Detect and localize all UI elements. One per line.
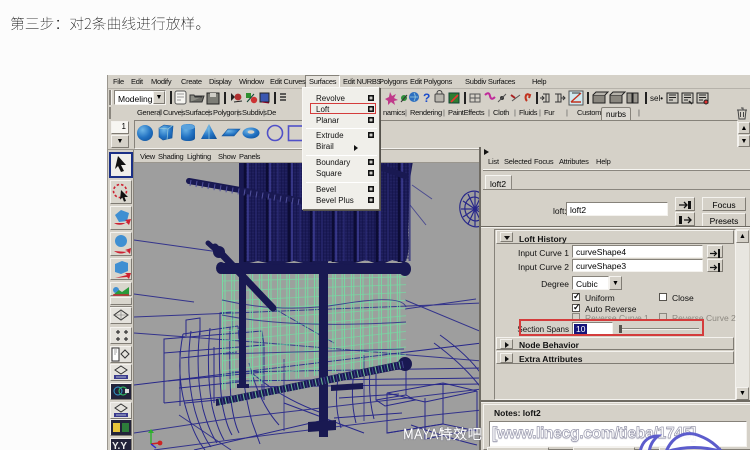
svg-text:sel•: sel• <box>650 94 663 103</box>
svg-text:?: ? <box>423 91 430 105</box>
svg-text:Y.Y: Y.Y <box>112 441 127 450</box>
